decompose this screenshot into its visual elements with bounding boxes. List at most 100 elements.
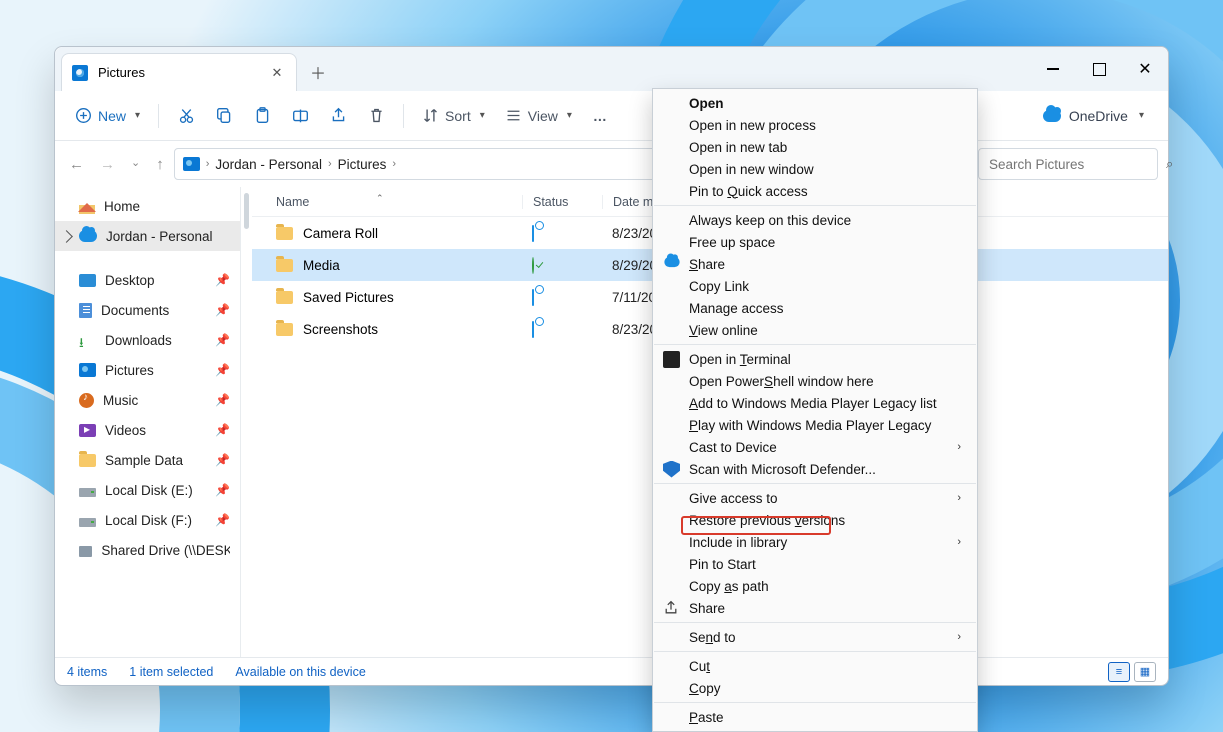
tab-close-button[interactable]: ✕ [268, 64, 286, 82]
ctx-cut[interactable]: Cut [653, 655, 977, 677]
ctx-give-access[interactable]: Give access to› [653, 487, 977, 509]
search-box[interactable]: ⌕ [978, 148, 1158, 180]
folder-icon [79, 454, 96, 467]
ctx-share2[interactable]: Share [653, 597, 977, 619]
status-cloud-icon [532, 289, 534, 306]
close-window-button[interactable]: ✕ [1122, 47, 1168, 91]
ctx-cast[interactable]: Cast to Device› [653, 436, 977, 458]
sidebar-item-pictures[interactable]: Pictures 📌 [55, 355, 240, 385]
sidebar-item-drive-e[interactable]: Local Disk (E:) 📌 [55, 475, 240, 505]
shield-icon [663, 461, 680, 478]
pictures-icon [72, 65, 88, 81]
sidebar-item-documents[interactable]: Documents 📌 [55, 295, 240, 325]
ctx-pin-start[interactable]: Pin to Start [653, 553, 977, 575]
pictures-icon [183, 157, 200, 171]
minimize-button[interactable] [1030, 47, 1076, 91]
status-bar: 4 items 1 item selected Available on thi… [55, 657, 1168, 685]
ctx-open-terminal[interactable]: Open in Terminal [653, 348, 977, 370]
pane-divider[interactable] [241, 187, 252, 657]
view-button[interactable]: View ▾ [497, 99, 580, 133]
sidebar-item-label: Desktop [105, 273, 155, 288]
ctx-copy-link[interactable]: Copy Link [653, 275, 977, 297]
ctx-wmp-play[interactable]: Play with Windows Media Player Legacy [653, 414, 977, 436]
ctx-always-keep[interactable]: Always keep on this device [653, 209, 977, 231]
search-input[interactable] [989, 157, 1166, 172]
breadcrumb-pictures[interactable]: Pictures [338, 157, 387, 172]
cut-button[interactable] [169, 99, 203, 133]
nav-row: ← → ⌄ ↑ › Jordan - Personal › Pictures ›… [55, 141, 1168, 187]
chevron-down-icon: ▾ [480, 110, 485, 121]
ctx-pin-quick[interactable]: Pin to Quick access [653, 180, 977, 202]
ctx-open-powershell[interactable]: Open PowerShell window here [653, 370, 977, 392]
ctx-copy-path[interactable]: Copy as path [653, 575, 977, 597]
ctx-copy[interactable]: Copy [653, 677, 977, 699]
sidebar-item-music[interactable]: Music 📌 [55, 385, 240, 415]
status-avail: Available on this device [235, 665, 365, 679]
recent-button[interactable]: ⌄ [131, 156, 140, 173]
column-status[interactable]: Status [522, 195, 602, 209]
sidebar-item-shared[interactable]: Shared Drive (\\DESKTOP- [55, 535, 240, 565]
onedrive-button[interactable]: OneDrive ▾ [1031, 108, 1156, 124]
details-view-button[interactable]: ≡ [1108, 662, 1130, 682]
ctx-wmp-add[interactable]: Add to Windows Media Player Legacy list [653, 392, 977, 414]
desktop-icon [79, 274, 96, 287]
chevron-down-icon: ▾ [135, 110, 140, 121]
ctx-manage-access[interactable]: Manage access [653, 297, 977, 319]
sidebar-item-sampledata[interactable]: Sample Data 📌 [55, 445, 240, 475]
share-icon [663, 600, 680, 617]
ctx-share[interactable]: Share [653, 253, 977, 275]
chevron-down-icon: ▾ [567, 110, 572, 121]
share-button[interactable] [321, 99, 355, 133]
sidebar-item-home[interactable]: Home [55, 191, 240, 221]
status-selected: 1 item selected [129, 665, 213, 679]
ctx-free-space[interactable]: Free up space [653, 231, 977, 253]
sidebar-item-label: Documents [101, 303, 169, 318]
ctx-open-process[interactable]: Open in new process [653, 114, 977, 136]
downloads-icon: ⭳ [79, 333, 96, 348]
ctx-view-online[interactable]: View online [653, 319, 977, 341]
pin-icon: 📌 [215, 423, 230, 437]
sort-asc-icon: ⌃ [376, 193, 384, 204]
ctx-defender[interactable]: Scan with Microsoft Defender... [653, 458, 977, 480]
forward-button[interactable]: → [100, 156, 115, 173]
sidebar-item-videos[interactable]: Videos 📌 [55, 415, 240, 445]
new-tab-button[interactable]: ＋ [303, 57, 333, 87]
ctx-open-tab[interactable]: Open in new tab [653, 136, 977, 158]
more-button[interactable]: … [584, 99, 618, 133]
status-synced-icon [532, 257, 534, 274]
tab-pictures[interactable]: Pictures ✕ [61, 53, 297, 91]
column-name[interactable]: Name ⌃ [276, 195, 522, 209]
ctx-include-library[interactable]: Include in library› [653, 531, 977, 553]
new-button[interactable]: New ▾ [67, 99, 148, 133]
status-items: 4 items [67, 665, 107, 679]
pin-icon: 📌 [215, 333, 230, 347]
tab-title: Pictures [98, 65, 145, 80]
copy-button[interactable] [207, 99, 241, 133]
sidebar-item-downloads[interactable]: ⭳ Downloads 📌 [55, 325, 240, 355]
sidebar-item-drive-f[interactable]: Local Disk (F:) 📌 [55, 505, 240, 535]
back-button[interactable]: ← [69, 156, 84, 173]
sidebar-item-personal[interactable]: Jordan - Personal [55, 221, 240, 251]
sidebar-item-label: Sample Data [105, 453, 183, 468]
delete-button[interactable] [359, 99, 393, 133]
breadcrumb-root[interactable]: Jordan - Personal [215, 157, 322, 172]
up-button[interactable]: ↑ [156, 156, 164, 173]
maximize-button[interactable] [1076, 47, 1122, 91]
chevron-right-icon: › [328, 158, 332, 170]
ctx-open[interactable]: Open [653, 92, 977, 114]
pin-icon: 📌 [215, 273, 230, 287]
sidebar-item-desktop[interactable]: Desktop 📌 [55, 265, 240, 295]
thumbnails-view-button[interactable]: ▦ [1134, 662, 1156, 682]
cloud-icon [79, 230, 97, 242]
chevron-right-icon: › [392, 158, 396, 170]
ctx-open-window[interactable]: Open in new window [653, 158, 977, 180]
sort-button[interactable]: Sort ▾ [414, 99, 493, 133]
pin-icon: 📌 [215, 483, 230, 497]
ctx-sendto[interactable]: Send to› [653, 626, 977, 648]
paste-button[interactable] [245, 99, 279, 133]
cloud-icon [663, 256, 680, 273]
ctx-restore-versions[interactable]: Restore previous versions [653, 509, 977, 531]
ctx-paste[interactable]: Paste [653, 706, 977, 728]
sidebar-item-label: Music [103, 393, 138, 408]
rename-button[interactable] [283, 99, 317, 133]
